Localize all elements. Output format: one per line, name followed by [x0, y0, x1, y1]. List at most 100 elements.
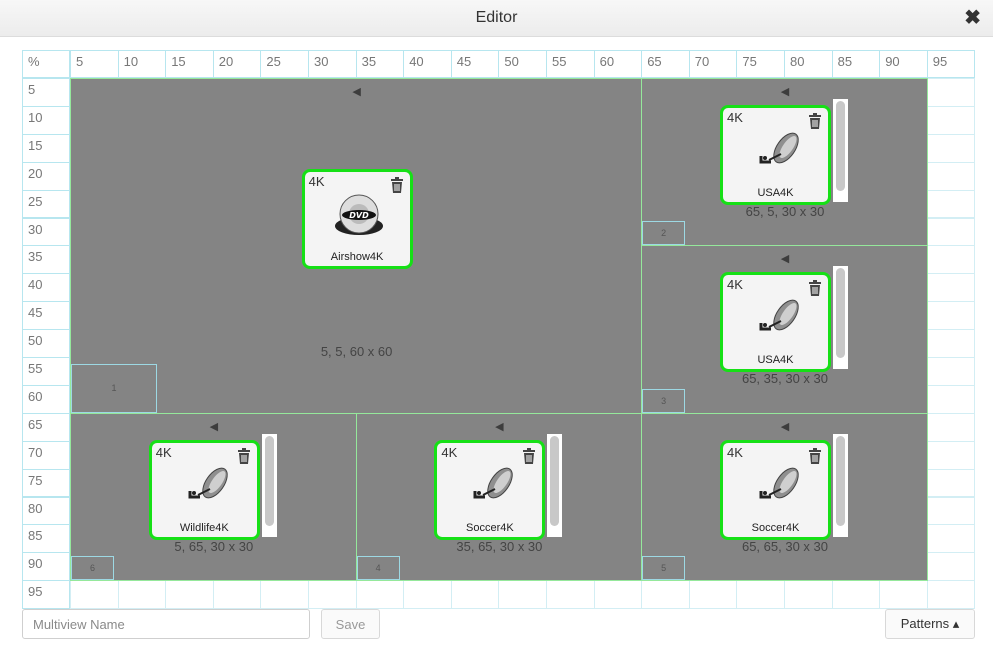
save-button[interactable]: Save	[321, 609, 380, 639]
grid-cell[interactable]	[926, 496, 976, 526]
patterns-dropdown-button[interactable]: Patterns ▴	[885, 609, 975, 639]
grid-cell[interactable]	[736, 580, 785, 610]
layout-window[interactable]: ◀ 1 5, 5, 60 x 60 4K DVD Airshow4K	[70, 78, 643, 414]
layout-window[interactable]: ◀ 2 65, 5, 30 x 30 4K USA4K	[641, 78, 928, 247]
grid-cell[interactable]	[450, 580, 500, 610]
grid-cell[interactable]	[926, 357, 976, 386]
column-header: 35	[355, 50, 405, 78]
grid-cell[interactable]	[926, 301, 976, 331]
multiview-name-input[interactable]	[22, 609, 310, 639]
source-resolution-label: 4K	[726, 444, 743, 460]
column-header: 70	[688, 50, 738, 78]
grid-cell[interactable]	[926, 524, 976, 554]
grid-cell[interactable]	[926, 580, 976, 610]
scrollbar-thumb[interactable]	[835, 101, 845, 191]
source-list-scrollbar[interactable]	[832, 433, 848, 537]
scrollbar-thumb[interactable]	[835, 435, 845, 526]
grid-cell[interactable]	[879, 580, 928, 610]
grid-cell[interactable]	[688, 580, 738, 610]
scrollbar-thumb[interactable]	[264, 435, 274, 526]
grid-cell[interactable]	[784, 580, 833, 610]
window-dimensions: 5, 65, 30 x 30	[174, 538, 254, 554]
grid-cell[interactable]	[593, 580, 643, 610]
grid-cell[interactable]	[117, 580, 167, 610]
grid-cell[interactable]	[403, 580, 452, 610]
window-dimensions: 65, 65, 30 x 30	[741, 538, 828, 554]
layout-window[interactable]: ◀ 4 35, 65, 30 x 30 4K Soccer4K	[355, 412, 643, 582]
source-list-scrollbar[interactable]	[261, 433, 277, 537]
grid-cell[interactable]	[926, 440, 976, 470]
grid-cell[interactable]	[926, 245, 976, 275]
row-header: 95	[22, 580, 70, 610]
source-list-scrollbar[interactable]	[832, 99, 848, 202]
source-card[interactable]: 4K DVD Airshow4K	[301, 169, 413, 269]
grid-cell[interactable]	[926, 78, 976, 107]
column-header: 25	[260, 50, 309, 78]
column-header: 50	[498, 50, 547, 78]
layout-window[interactable]: ◀ 6 5, 65, 30 x 30 4K Wildlife4K	[70, 412, 357, 582]
grid-cell[interactable]	[926, 189, 976, 219]
grid-cell[interactable]	[926, 384, 976, 414]
column-header: 60	[593, 50, 643, 78]
grid-cell[interactable]	[926, 412, 976, 442]
grid-cell[interactable]	[498, 580, 547, 610]
grid-corner-label: %	[22, 50, 70, 78]
source-card[interactable]: 4K USA4K	[719, 105, 831, 205]
row-header: 60	[22, 384, 70, 414]
row-header: 75	[22, 468, 70, 498]
source-card[interactable]: 4K Soccer4K	[719, 439, 831, 540]
speaker-icon[interactable]: ◀	[352, 85, 360, 98]
grid-cell[interactable]	[70, 580, 119, 610]
source-resolution-label: 4K	[441, 444, 458, 460]
column-header: 85	[831, 50, 881, 78]
grid-cell[interactable]	[926, 217, 976, 247]
row-header: 55	[22, 357, 70, 386]
row-header: 10	[22, 105, 70, 135]
grid-cell[interactable]	[926, 468, 976, 498]
source-card[interactable]: 4K USA4K	[719, 272, 831, 373]
column-header: 80	[784, 50, 833, 78]
grid-cell[interactable]	[926, 161, 976, 191]
speaker-icon[interactable]: ◀	[781, 252, 789, 265]
speaker-icon[interactable]: ◀	[495, 420, 503, 433]
column-header: 40	[403, 50, 452, 78]
speaker-icon[interactable]: ◀	[210, 420, 218, 433]
source-name: Airshow4K	[330, 251, 384, 263]
grid-cell[interactable]	[546, 580, 595, 610]
grid-cell[interactable]	[260, 580, 309, 610]
grid-cell[interactable]	[926, 329, 976, 358]
speaker-icon[interactable]: ◀	[781, 420, 789, 433]
grid-cell[interactable]	[165, 580, 214, 610]
grid-cell[interactable]	[831, 580, 881, 610]
grid-cell[interactable]	[212, 580, 262, 610]
source-name: Soccer4K	[466, 521, 514, 534]
close-icon[interactable]: ✖	[964, 6, 981, 30]
grid-cell[interactable]	[641, 580, 690, 610]
grid-cell[interactable]	[926, 105, 976, 135]
row-header: 70	[22, 440, 70, 470]
speaker-icon[interactable]: ◀	[781, 85, 789, 98]
scrollbar-thumb[interactable]	[835, 268, 845, 359]
title-bar: Editor ✖	[0, 0, 993, 37]
source-card[interactable]: 4K Soccer4K	[434, 439, 546, 540]
column-header: 95	[926, 50, 976, 78]
grid-cell[interactable]	[926, 552, 976, 582]
row-header: 30	[22, 217, 70, 247]
source-list-scrollbar[interactable]	[832, 266, 848, 370]
grid-cell[interactable]	[926, 273, 976, 303]
source-card[interactable]: 4K Wildlife4K	[148, 439, 260, 540]
row-header: 40	[22, 273, 70, 303]
grid-cell[interactable]	[355, 580, 405, 610]
scrollbar-thumb[interactable]	[550, 435, 560, 526]
grid-cell[interactable]	[926, 133, 976, 163]
source-list-scrollbar[interactable]	[547, 433, 563, 537]
source-resolution-label: 4K	[726, 110, 743, 125]
source-resolution-label: 4K	[308, 174, 325, 189]
layout-window[interactable]: ◀ 5 65, 65, 30 x 30 4K Soccer4K	[641, 412, 928, 582]
window-dimensions: 65, 35, 30 x 30	[741, 371, 828, 387]
source-name: USA4K	[757, 187, 794, 199]
column-header: 20	[212, 50, 262, 78]
grid-cell[interactable]	[308, 580, 357, 610]
row-header: 80	[22, 496, 70, 526]
layout-window[interactable]: ◀ 3 65, 35, 30 x 30 4K USA4K	[641, 245, 928, 414]
